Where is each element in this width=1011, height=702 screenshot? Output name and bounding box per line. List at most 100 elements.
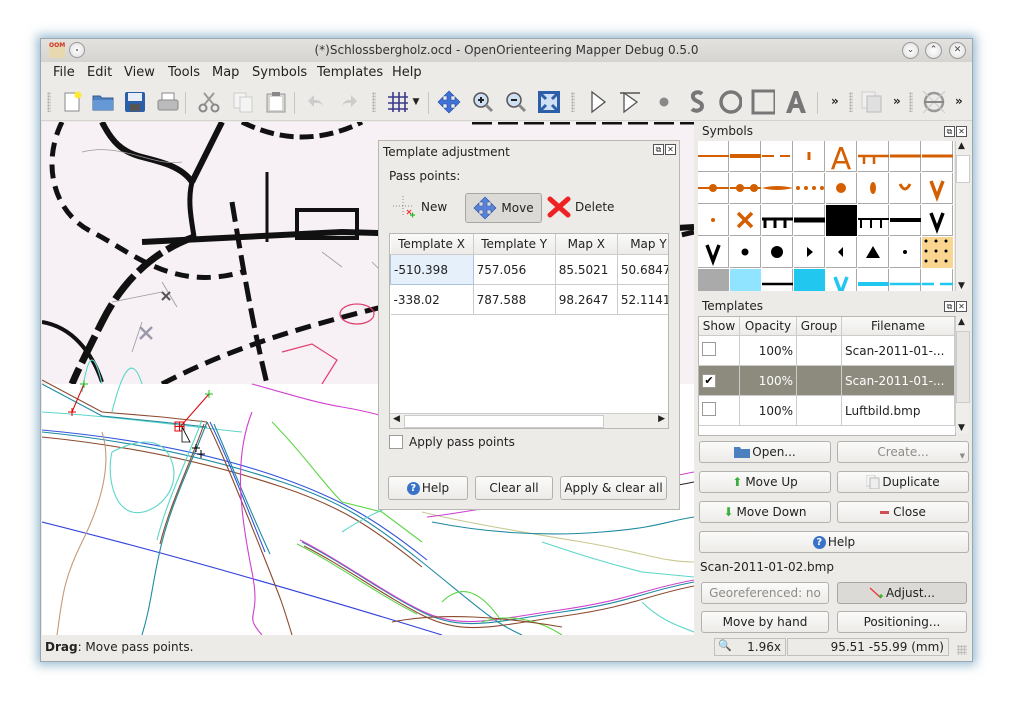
scroll-down-icon[interactable]: ▼ xyxy=(958,423,965,433)
symbol-item[interactable] xyxy=(762,205,793,236)
symbol-item[interactable] xyxy=(922,141,953,172)
draw-rectangle-tool[interactable] xyxy=(751,89,775,115)
opacity-cell[interactable]: 100% xyxy=(739,365,797,396)
help-button[interactable]: ? Help xyxy=(388,476,468,500)
draw-text-tool[interactable] xyxy=(784,90,808,114)
symbol-item[interactable] xyxy=(794,205,825,236)
symbol-item[interactable] xyxy=(698,173,729,204)
pan-button[interactable] xyxy=(437,90,461,114)
symbol-item[interactable]: A xyxy=(826,141,857,177)
column-header[interactable]: Opacity xyxy=(739,317,797,336)
float-button[interactable]: ⧉ xyxy=(653,144,664,155)
template-row[interactable]: 100% Luftbild.bmp xyxy=(699,395,955,426)
symbol-item[interactable] xyxy=(922,205,953,236)
symbol-item[interactable] xyxy=(762,141,793,172)
scrollbar-handle[interactable] xyxy=(956,331,970,403)
move-pass-point-button[interactable]: Move xyxy=(465,193,542,223)
apply-pass-points-checkbox[interactable]: Apply pass points xyxy=(389,435,515,449)
delete-pass-point-button[interactable]: Delete xyxy=(547,193,627,221)
filename-cell[interactable]: Scan-2011-01-... xyxy=(841,335,955,366)
scrollbar-handle[interactable] xyxy=(956,155,970,183)
symbol-item[interactable] xyxy=(762,237,793,268)
symbol-item[interactable] xyxy=(794,269,825,291)
scrollbar-handle[interactable] xyxy=(404,415,604,428)
table-cell[interactable]: 98.2647 xyxy=(555,284,618,315)
symbol-item[interactable] xyxy=(858,173,889,204)
menu-help[interactable]: Help xyxy=(392,65,422,80)
menu-tools[interactable]: Tools xyxy=(168,65,200,80)
print-button[interactable] xyxy=(156,90,180,114)
templates-scrollbar[interactable]: ▲ ▼ xyxy=(955,317,970,433)
templates-help-button[interactable]: ? Help xyxy=(699,531,969,553)
symbol-item[interactable] xyxy=(858,205,889,236)
table-cell[interactable]: 52.1141 xyxy=(617,284,668,315)
menu-symbols[interactable]: Symbols xyxy=(252,65,307,80)
maximize-button[interactable]: ⌃ xyxy=(925,42,942,59)
symbol-item[interactable] xyxy=(890,237,921,268)
close-button[interactable]: ✕ xyxy=(949,42,966,59)
symbol-item[interactable] xyxy=(858,269,889,291)
menu-file[interactable]: File xyxy=(53,65,75,80)
symbol-grid[interactable]: A xyxy=(698,141,954,291)
pass-points-table[interactable]: Template X Template Y Map X Map Y -510.3… xyxy=(389,233,669,429)
move-down-button[interactable]: ⬇ Move Down xyxy=(699,501,831,523)
close-template-button[interactable]: Close xyxy=(837,501,969,523)
column-header[interactable]: Template X xyxy=(390,234,474,255)
column-header[interactable]: Group xyxy=(796,317,842,336)
resize-grip[interactable] xyxy=(957,645,967,655)
symbol-item[interactable] xyxy=(730,205,761,236)
open-template-button[interactable]: Open... xyxy=(699,441,831,463)
template-row[interactable]: ✔ 100% Scan-2011-01-... xyxy=(699,365,955,396)
table-cell[interactable]: -338.02 xyxy=(390,284,474,315)
minimize-button[interactable]: ⌄ xyxy=(902,42,919,59)
column-header[interactable]: Filename xyxy=(841,317,955,336)
new-pass-point-button[interactable]: New xyxy=(393,193,459,221)
move-by-hand-button[interactable]: Move by hand xyxy=(701,611,829,633)
apply-clear-all-button[interactable]: Apply & clear all xyxy=(560,476,667,500)
symbol-item[interactable] xyxy=(890,205,921,236)
cut-button[interactable] xyxy=(197,90,221,114)
duplicate-tool[interactable] xyxy=(860,90,884,114)
new-file-button[interactable] xyxy=(60,90,84,114)
checkbox-box[interactable] xyxy=(389,435,403,449)
menu-view[interactable]: View xyxy=(124,65,155,80)
table-cell[interactable]: 50.6847 xyxy=(617,254,668,285)
show-checkbox[interactable]: ✔ xyxy=(702,374,716,388)
symbol-item[interactable] xyxy=(890,269,921,291)
horizontal-scrollbar[interactable]: ◀ ▶ xyxy=(390,413,668,428)
opacity-cell[interactable]: 100% xyxy=(739,395,797,426)
scroll-up-icon[interactable]: ▲ xyxy=(958,141,965,151)
symbol-item[interactable] xyxy=(922,173,953,204)
symbol-item[interactable] xyxy=(698,141,729,172)
symbol-item[interactable] xyxy=(794,173,825,204)
toolbar-grip[interactable] xyxy=(909,92,913,112)
zoom-out-button[interactable] xyxy=(504,90,528,114)
filename-cell[interactable]: Luftbild.bmp xyxy=(841,395,955,426)
table-cell[interactable]: 85.5021 xyxy=(555,254,618,285)
column-header[interactable]: Template Y xyxy=(473,234,556,255)
undo-button[interactable] xyxy=(304,90,328,114)
symbol-item[interactable] xyxy=(890,173,921,204)
title-bar[interactable]: OOM (*)Schlossbergholz.ocd - OpenOriente… xyxy=(41,39,972,62)
edit-lines-tool[interactable] xyxy=(618,90,642,114)
toolbar-grip[interactable] xyxy=(372,92,376,112)
create-template-button[interactable]: Create... ▼ xyxy=(837,441,969,463)
toolbar-overflow-button[interactable]: » xyxy=(893,94,901,108)
opacity-cell[interactable]: 100% xyxy=(739,335,797,366)
draw-point-tool[interactable] xyxy=(652,90,676,114)
scroll-up-icon[interactable]: ▲ xyxy=(958,317,965,327)
symbol-item[interactable] xyxy=(826,173,857,204)
symbol-item[interactable] xyxy=(858,237,889,268)
positioning-button[interactable]: Positioning... xyxy=(837,611,967,633)
georeferencing-tool[interactable] xyxy=(921,90,945,114)
group-cell[interactable] xyxy=(796,365,842,396)
filename-cell[interactable]: Scan-2011-01-... xyxy=(841,365,955,396)
show-all-button[interactable] xyxy=(537,90,561,114)
group-cell[interactable] xyxy=(796,395,842,426)
menu-templates[interactable]: Templates xyxy=(317,65,383,80)
scroll-down-icon[interactable]: ▼ xyxy=(958,281,965,291)
grid-dropdown-button[interactable]: ▼ xyxy=(409,90,423,114)
georeferenced-button[interactable]: Georeferenced: no xyxy=(701,582,829,604)
float-button[interactable]: ⧉ xyxy=(944,301,955,312)
symbol-item[interactable] xyxy=(730,173,761,204)
